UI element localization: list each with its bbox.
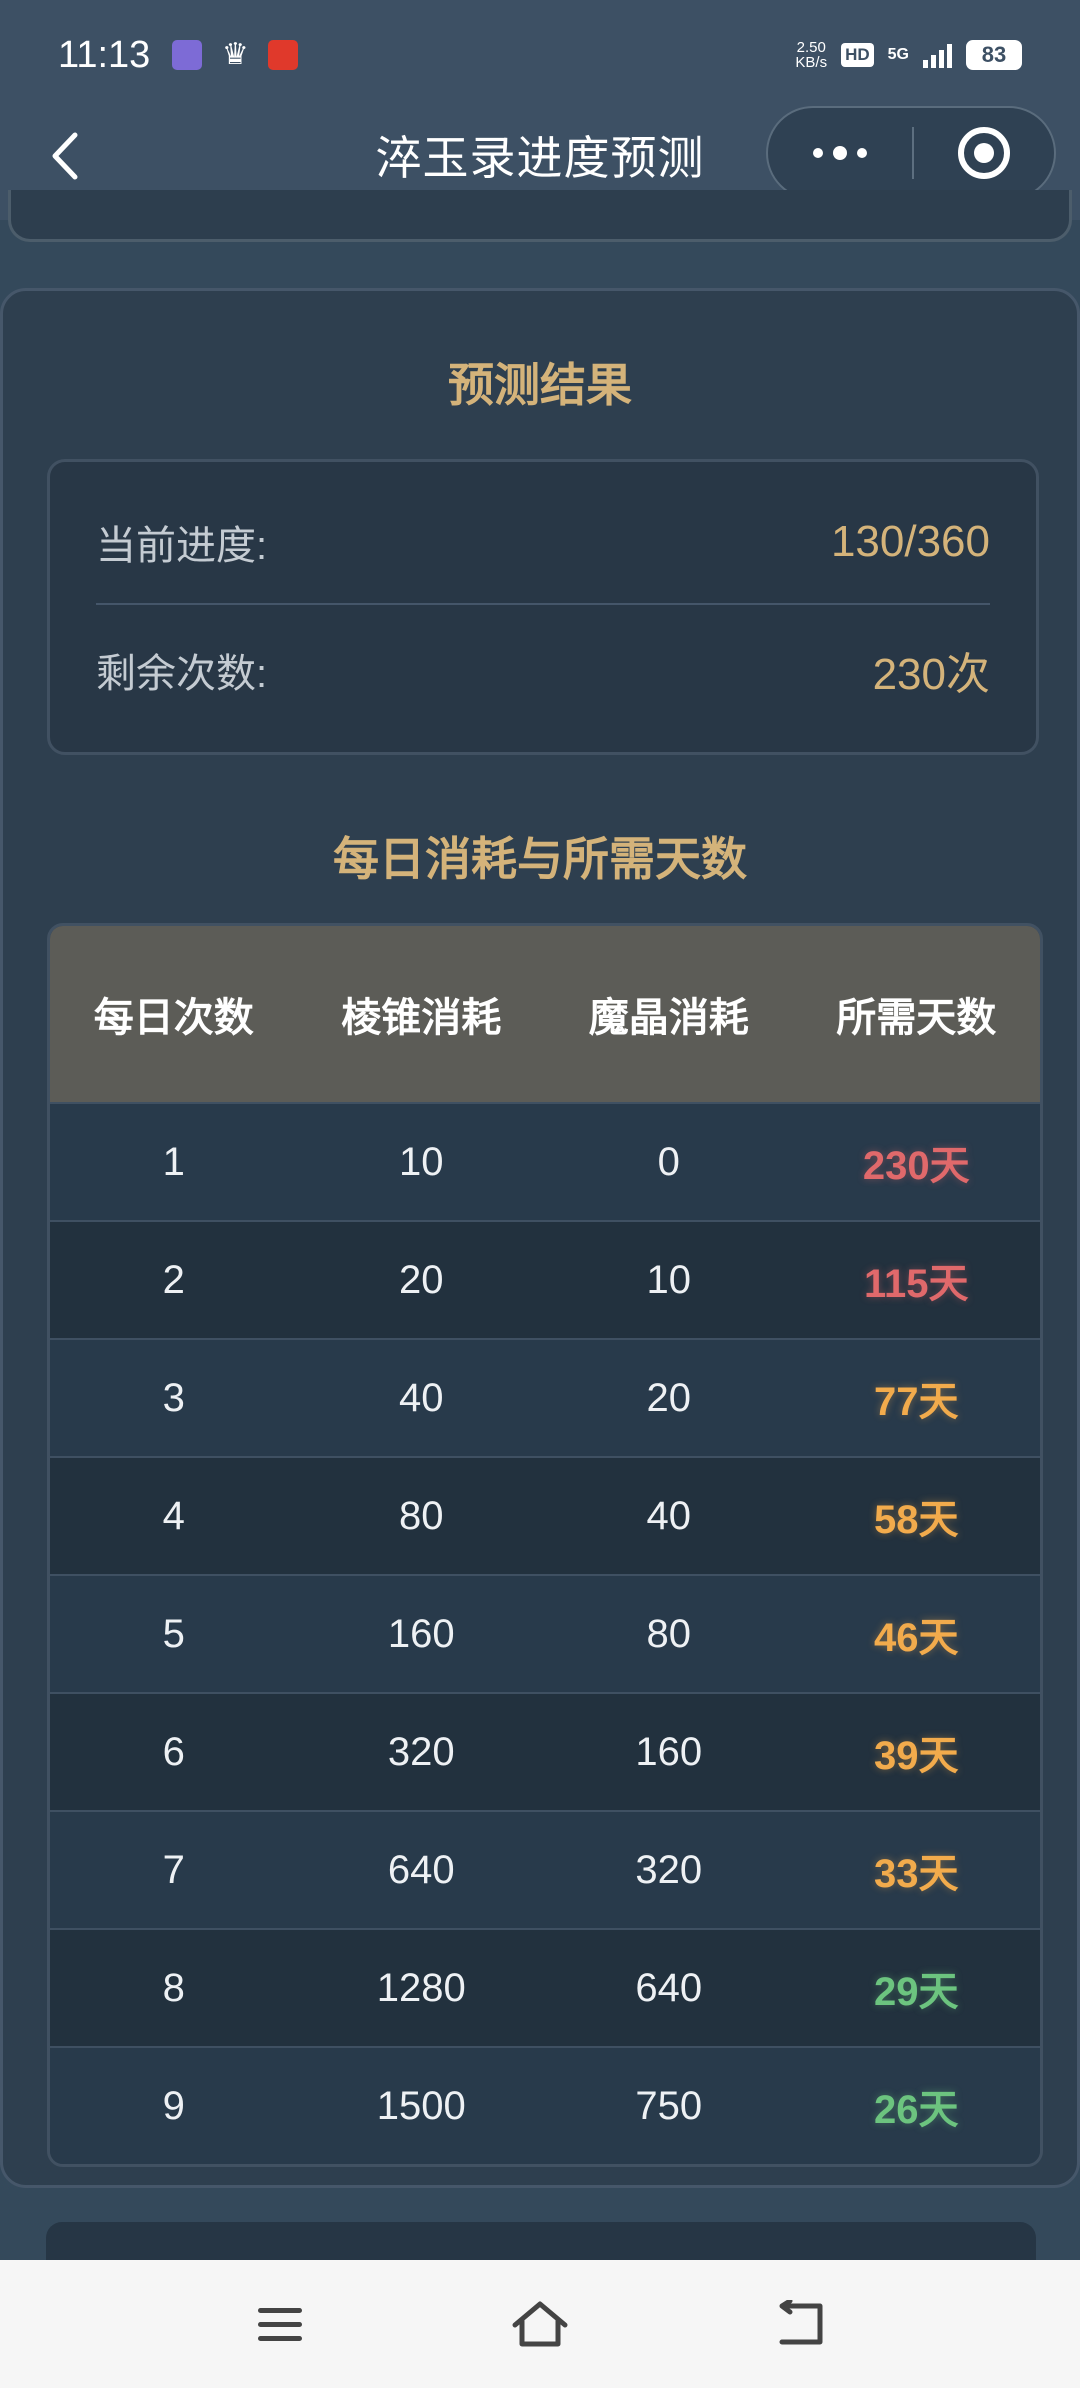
net-speed-value: 2.50 (796, 39, 826, 56)
cell-crystal: 40 (646, 1493, 692, 1538)
cell-daily: 8 (162, 1965, 185, 2010)
network-type: 5G (887, 46, 909, 63)
cell-days: 29天 (874, 1970, 959, 2014)
cell-days: 26天 (874, 2088, 959, 2132)
cell-crystal: 750 (635, 2083, 703, 2128)
cell-crystal: 10 (646, 1257, 692, 1302)
cell-daily: 5 (162, 1611, 185, 1656)
remaining-label: 剩余次数: (96, 652, 268, 696)
cell-daily: 9 (162, 2083, 185, 2128)
cell-daily: 6 (162, 1729, 185, 1774)
table-row: 3 40 20 77天 (50, 1338, 1040, 1456)
cell-crystal: 320 (635, 1847, 703, 1892)
close-button[interactable] (914, 108, 1054, 198)
header-daily: 每日次数 (93, 996, 254, 1040)
back-nav-button[interactable] (770, 2294, 830, 2354)
progress-box: 当前进度: 130/360 剩余次数: 230次 (47, 459, 1039, 755)
current-progress-row: 当前进度: 130/360 (96, 482, 990, 602)
previous-card-edge (8, 190, 1072, 242)
cell-days: 33天 (874, 1852, 959, 1896)
net-speed: 2.50 KB/s (795, 40, 827, 70)
app-notification-icon (172, 40, 203, 70)
cell-pyramid: 10 (399, 1139, 444, 1184)
cell-pyramid: 20 (399, 1257, 444, 1302)
crown-icon: ♛ (221, 38, 249, 71)
shopping-app-icon (268, 40, 299, 70)
cell-crystal: 0 (657, 1139, 680, 1184)
table-row: 6 320 160 39天 (50, 1692, 1040, 1810)
cell-daily: 1 (162, 1139, 185, 1184)
cell-crystal: 20 (646, 1375, 692, 1420)
more-button[interactable] (768, 108, 912, 198)
signal-icon (923, 42, 952, 68)
net-speed-unit: KB/s (795, 54, 828, 71)
header-days: 所需天数 (836, 996, 997, 1040)
cell-crystal: 640 (635, 1965, 703, 2010)
cell-days: 77天 (874, 1380, 959, 1424)
hd-badge: HD (841, 43, 874, 67)
table-body: 1 10 0 230天 2 20 10 115天 3 40 20 77天 4 80 40 58天 5 160 80 4… (50, 1102, 1040, 2164)
divider (96, 603, 990, 605)
result-title: 预测结果 (448, 359, 632, 411)
notification-icons: ♛ (172, 38, 299, 71)
cell-pyramid: 640 (387, 1847, 455, 1892)
mini-program-capsule (766, 106, 1056, 200)
cell-days: 58天 (874, 1498, 959, 1542)
table-row: 9 1500 750 26天 (50, 2046, 1040, 2164)
cell-pyramid: 1280 (376, 1965, 466, 2010)
table-title: 每日消耗与所需天数 (333, 833, 747, 885)
cell-days: 230天 (862, 1144, 970, 1188)
current-progress-label: 当前进度: (96, 524, 268, 568)
table-row: 5 160 80 46天 (50, 1574, 1040, 1692)
cell-pyramid: 40 (399, 1375, 444, 1420)
table-row: 4 80 40 58天 (50, 1456, 1040, 1574)
cell-daily: 3 (162, 1375, 185, 1420)
cell-daily: 4 (162, 1493, 185, 1538)
cell-pyramid: 1500 (376, 2083, 466, 2128)
current-progress-value: 130/360 (830, 517, 990, 566)
header-crystal: 魔晶消耗 (588, 996, 749, 1040)
cell-days: 115天 (863, 1262, 969, 1306)
cell-crystal: 160 (635, 1729, 703, 1774)
menu-button[interactable] (250, 2294, 310, 2354)
table-header: 每日次数 棱锥消耗 魔晶消耗 所需天数 (50, 926, 1040, 1102)
result-panel: 预测结果 当前进度: 130/360 剩余次数: 230次 每日消耗与所需天数 … (0, 288, 1080, 2188)
home-icon (512, 2301, 568, 2347)
system-nav-bar (0, 2260, 1080, 2388)
home-button[interactable] (510, 2294, 570, 2354)
header-pyramid: 棱锥消耗 (341, 996, 502, 1040)
cell-pyramid: 320 (387, 1729, 455, 1774)
cell-daily: 2 (162, 1257, 185, 1302)
return-icon (779, 2300, 823, 2345)
table-row: 1 10 0 230天 (50, 1102, 1040, 1220)
table-row: 8 1280 640 29天 (50, 1928, 1040, 2046)
table-row: 7 640 320 33天 (50, 1810, 1040, 1928)
more-dots-icon (813, 148, 823, 158)
table-row: 2 20 10 115天 (50, 1220, 1040, 1338)
menu-icon (258, 2307, 302, 2341)
cell-pyramid: 160 (387, 1611, 455, 1656)
consumption-table: 每日次数 棱锥消耗 魔晶消耗 所需天数 1 10 0 230天 2 20 10 115天 3 40… (47, 923, 1043, 2167)
cell-days: 46天 (874, 1616, 959, 1660)
cell-days: 39天 (874, 1734, 959, 1778)
status-right: 2.50 KB/s HD 5G 83 (795, 40, 1022, 70)
target-circle-icon (958, 127, 1010, 179)
cell-daily: 7 (162, 1847, 185, 1892)
cell-crystal: 80 (646, 1611, 692, 1656)
battery-icon: 83 (966, 40, 1022, 70)
remaining-value: 230次 (872, 650, 990, 699)
cell-pyramid: 80 (399, 1493, 444, 1538)
status-time: 11:13 (58, 33, 151, 76)
remaining-row: 剩余次数: 230次 (96, 610, 990, 730)
